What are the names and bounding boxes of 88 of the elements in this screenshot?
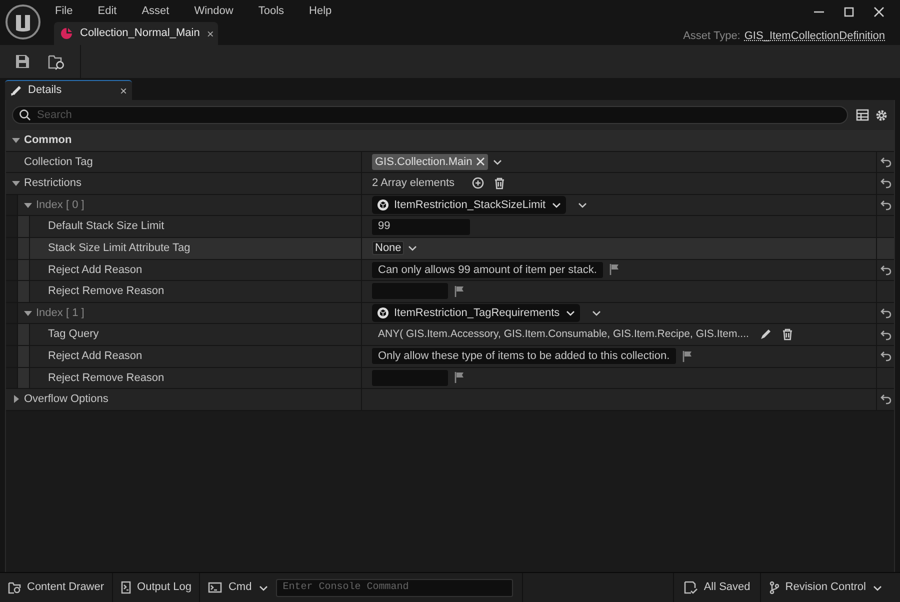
array-count: 2 Array elements [372, 176, 456, 192]
folder-search-icon [8, 582, 21, 594]
delete-icon[interactable] [780, 328, 794, 342]
close-tab-button[interactable]: × [206, 24, 214, 42]
text-field[interactable]: Can only allows 99 amount of item per stack. [372, 262, 603, 278]
property-label: Index [ 1 ] [36, 306, 84, 321]
property-label: Reject Add Reason [48, 348, 142, 364]
branch-icon [769, 581, 780, 594]
expanded-arrow-icon[interactable] [12, 179, 20, 188]
property-label: Reject Remove Reason [48, 370, 164, 386]
tag-label: GIS.Collection.Main [375, 154, 472, 170]
tag-chip[interactable]: GIS.Collection.Main [372, 154, 488, 170]
details-tab[interactable]: Details × [5, 80, 132, 100]
cube-icon [377, 307, 389, 320]
menu-item[interactable]: Help [308, 2, 333, 20]
property-label: Reject Remove Reason [48, 284, 164, 300]
flag-icon[interactable] [608, 263, 621, 276]
document-tab[interactable]: Collection_Normal_Main × [54, 22, 218, 45]
table-view-icon[interactable] [856, 109, 869, 121]
property-label: Overflow Options [24, 392, 108, 408]
text-field[interactable]: 99 [372, 218, 470, 235]
reset-icon[interactable] [880, 156, 892, 168]
flag-icon[interactable] [454, 371, 466, 384]
close-tab-button[interactable]: × [120, 82, 127, 100]
log-icon [121, 581, 132, 594]
property-label: Stack Size Limit Attribute Tag [48, 241, 190, 256]
cmd-dropdown[interactable]: Cmd [200, 573, 276, 602]
tag-value-field[interactable]: None [372, 241, 404, 256]
menu-item[interactable]: Window [193, 2, 234, 20]
expanded-arrow-icon[interactable] [12, 136, 20, 144]
close-icon [873, 6, 885, 18]
property-label: Collection Tag [24, 154, 93, 170]
menu-item[interactable]: Tools [257, 2, 286, 20]
property-label: Reject Add Reason [48, 262, 142, 278]
revision-control-button[interactable]: Revision Control [761, 573, 900, 602]
save-icon[interactable] [15, 54, 30, 69]
collapsed-arrow-icon[interactable] [12, 395, 20, 404]
asset-type-link[interactable]: GIS_ItemCollectionDefinition [744, 28, 885, 44]
caret-icon[interactable] [590, 308, 601, 318]
text-field[interactable]: Only allow these type of items to be added to this collection. [372, 348, 676, 364]
reset-icon[interactable] [880, 199, 892, 212]
expanded-arrow-icon[interactable] [24, 201, 32, 210]
tag-query-text: ANY( GIS.Item.Accessory, GIS.Item.Consumable, GIS.Item.Recipe, GIS.Item.... [377, 326, 749, 342]
edit-icon[interactable] [758, 328, 772, 342]
pencil-icon [10, 84, 23, 97]
caret-icon [564, 308, 575, 318]
saved-icon [684, 581, 698, 594]
reset-icon[interactable] [880, 177, 892, 190]
search-field[interactable]: Search [12, 106, 848, 124]
reset-icon[interactable] [880, 328, 892, 341]
class-picker-dropdown[interactable]: ItemRestriction_TagRequirements [372, 304, 580, 322]
remove-tag-icon[interactable] [476, 157, 486, 166]
maximize-icon [843, 6, 855, 18]
engine-logo-icon [5, 4, 41, 40]
folder-search-icon[interactable] [48, 54, 66, 70]
tab-title: Collection_Normal_Main [80, 26, 200, 42]
search-icon [19, 109, 31, 121]
property-label: Default Stack Size Limit [48, 219, 164, 234]
menu-item[interactable]: File [54, 2, 74, 20]
expanded-arrow-icon[interactable] [24, 309, 32, 318]
property-label: Restrictions [24, 176, 82, 192]
pie-icon [60, 27, 73, 40]
cube-icon [377, 199, 389, 212]
flag-icon[interactable] [454, 284, 466, 298]
reset-icon[interactable] [880, 264, 892, 276]
content-drawer-button[interactable]: Content Drawer [0, 573, 114, 602]
class-picker-dropdown[interactable]: ItemRestriction_StackSizeLimit [372, 196, 566, 214]
all-saved-button[interactable]: All Saved [672, 573, 762, 602]
reset-icon[interactable] [880, 307, 892, 320]
reset-icon[interactable] [880, 393, 892, 406]
category-label: Common [24, 133, 72, 148]
menu-item[interactable]: Asset [140, 2, 170, 20]
asset-type-label: Asset Type: [683, 29, 740, 44]
delete-icon[interactable] [493, 176, 506, 190]
caret-icon[interactable] [576, 200, 587, 210]
add-element-icon[interactable] [472, 177, 484, 190]
caret-icon [550, 200, 561, 210]
flag-icon[interactable] [682, 350, 694, 363]
property-label: Tag Query [48, 327, 99, 342]
reset-icon[interactable] [880, 350, 892, 362]
console-input[interactable]: Enter Console Command [276, 578, 513, 596]
settings-icon[interactable] [875, 108, 888, 122]
caret-icon[interactable] [407, 243, 418, 254]
menu-item[interactable]: Edit [96, 2, 118, 20]
tab-title: Details [28, 83, 63, 98]
terminal-icon [208, 582, 222, 593]
output-log-button[interactable]: Output Log [113, 573, 200, 602]
property-label: Index [ 0 ] [36, 198, 84, 213]
